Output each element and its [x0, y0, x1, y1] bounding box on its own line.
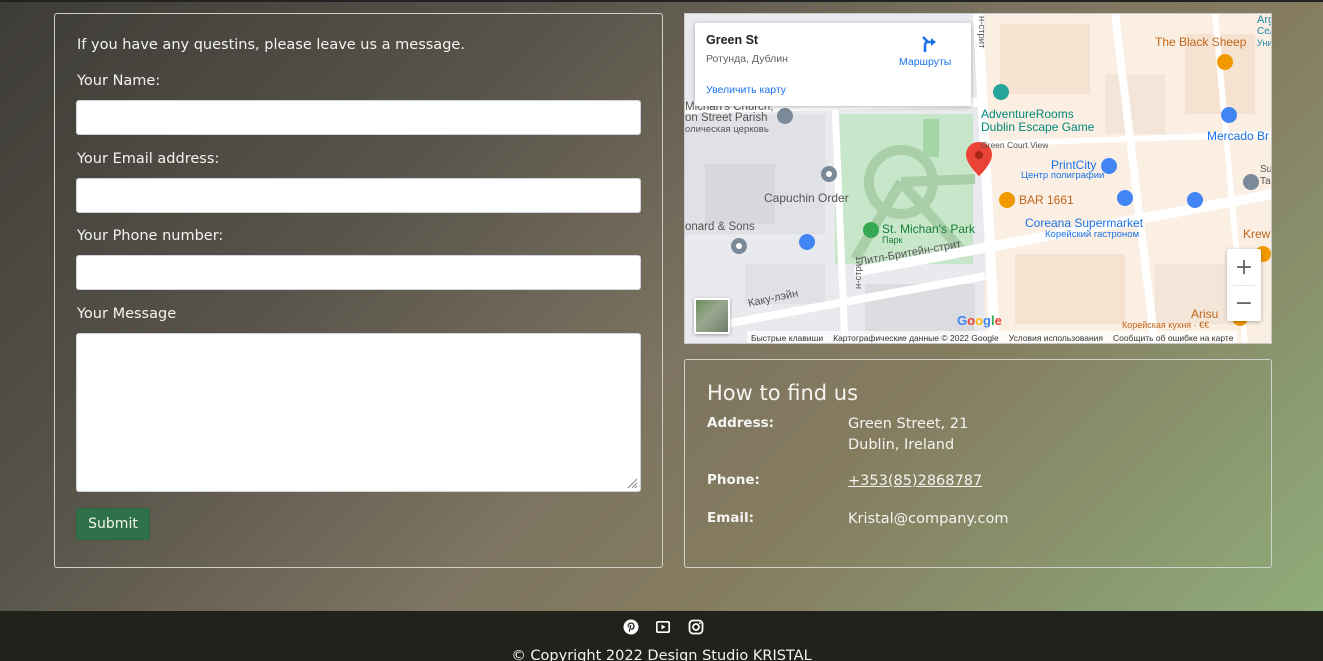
- map-label-st-michans-park: St. Michan's Park: [882, 222, 975, 236]
- map-label-coreana-sub: Корейский гастроном: [1045, 229, 1140, 240]
- keyboard-shortcuts-link[interactable]: Быстрые клавиши: [751, 333, 823, 343]
- address-label: Address:: [707, 415, 775, 431]
- form-intro-text: If you have any questins, please leave u…: [77, 37, 465, 53]
- map-label-krew: Krew: [1243, 227, 1271, 241]
- map-label-street-vertical: н-стрит: [976, 16, 987, 49]
- resize-grip-icon[interactable]: [626, 477, 638, 489]
- map-label-cel: Сел: [1257, 26, 1271, 37]
- footer: © Copyright 2022 Design Studio KRISTAL: [0, 611, 1323, 661]
- email-label: Your Email address:: [77, 151, 220, 167]
- map-label-capuchin-order: Capuchin Order: [764, 191, 849, 205]
- map-label-arg: Arg: [1257, 14, 1271, 26]
- map-label-black-sheep: The Black Sheep: [1155, 35, 1247, 49]
- google-logo: Google: [957, 313, 1002, 328]
- map-attribution-bar: Быстрые клавиши Картографические данные …: [747, 331, 1238, 343]
- name-input[interactable]: [76, 100, 641, 135]
- map-label-arisu-sub: Корейская кухня · €€: [1122, 320, 1210, 330]
- find-us-panel: How to find us Address: Green Street, 21…: [684, 359, 1272, 568]
- map-label-adventure-rooms: AdventureRooms: [981, 107, 1074, 121]
- map-label-onard-sons: onard & Sons: [685, 221, 755, 233]
- map-label-uni: Уни: [1257, 38, 1272, 48]
- phone-value: +353(85)2868787: [848, 473, 982, 489]
- map-label-printcity-sub: Центр полиграфии: [1021, 170, 1105, 181]
- map-label-on-street-parish: on Street Parish: [685, 112, 768, 124]
- address-line-2: Dublin, Ireland: [848, 437, 955, 453]
- map-label-street-vertical-bottom: н-стрит: [853, 256, 864, 289]
- email-label: Email:: [707, 510, 755, 526]
- contact-section: If you have any questins, please leave u…: [0, 0, 1323, 611]
- map-label-dublin-escape-game: Dublin Escape Game: [981, 120, 1095, 134]
- address-line-1: Green Street, 21: [848, 416, 969, 432]
- satellite-toggle[interactable]: [694, 298, 730, 334]
- submit-button[interactable]: Submit: [76, 508, 150, 540]
- map-label-catholic-church: олическая церковь: [685, 124, 769, 135]
- place-subtitle: Ротунда, Дублин: [706, 53, 788, 65]
- instagram-icon[interactable]: [688, 619, 704, 635]
- pinterest-icon[interactable]: [623, 619, 639, 635]
- phone-input[interactable]: [76, 255, 641, 290]
- name-label: Your Name:: [77, 73, 161, 89]
- phone-label: Your Phone number:: [77, 228, 224, 244]
- map-label-su: Su: [1260, 164, 1272, 175]
- zoom-in-button[interactable]: +: [1227, 249, 1261, 285]
- find-us-title: How to find us: [707, 381, 859, 405]
- contact-form: If you have any questins, please leave u…: [54, 13, 663, 568]
- map-label-green-court-view: Green Court View: [981, 140, 1049, 150]
- map-label-bar-1661: BAR 1661: [1019, 193, 1074, 207]
- report-error-link[interactable]: Сообщить об ошибке на карте: [1113, 333, 1233, 343]
- directions-icon[interactable]: [919, 34, 939, 54]
- place-title: Green St: [706, 33, 759, 47]
- map-data-text: Картографические данные © 2022 Google: [833, 333, 999, 343]
- map-label-arisu: Arisu: [1191, 307, 1219, 321]
- zoom-controls: + −: [1227, 249, 1261, 321]
- map-place-card: Green St Ротунда, Дублин Маршруты Увелич…: [695, 23, 971, 106]
- enlarge-map-link[interactable]: Увеличить карту: [706, 84, 786, 96]
- map-label-ta: Ta: [1260, 176, 1271, 187]
- zoom-out-button[interactable]: −: [1227, 285, 1261, 321]
- map-label-park-sub: Парк: [882, 235, 903, 245]
- copyright-text: © Copyright 2022 Design Studio KRISTAL: [511, 648, 812, 661]
- email-value: Kristal@company.com: [848, 511, 1009, 527]
- phone-label: Phone:: [707, 472, 760, 488]
- phone-link[interactable]: +353(85)2868787: [848, 473, 982, 489]
- terms-link[interactable]: Условия использования: [1009, 333, 1103, 343]
- directions-link[interactable]: Маршруты: [899, 56, 951, 68]
- email-input[interactable]: [76, 178, 641, 213]
- google-map[interactable]: The Black Sheep Arg Сел Уни AdventureRoo…: [684, 13, 1272, 344]
- map-label-coreana: Coreana Supermarket: [1025, 216, 1144, 230]
- message-textarea[interactable]: [76, 333, 641, 492]
- youtube-icon[interactable]: [655, 619, 671, 635]
- message-label: Your Message: [77, 306, 177, 322]
- map-label-mercado: Mercado Br: [1207, 129, 1270, 143]
